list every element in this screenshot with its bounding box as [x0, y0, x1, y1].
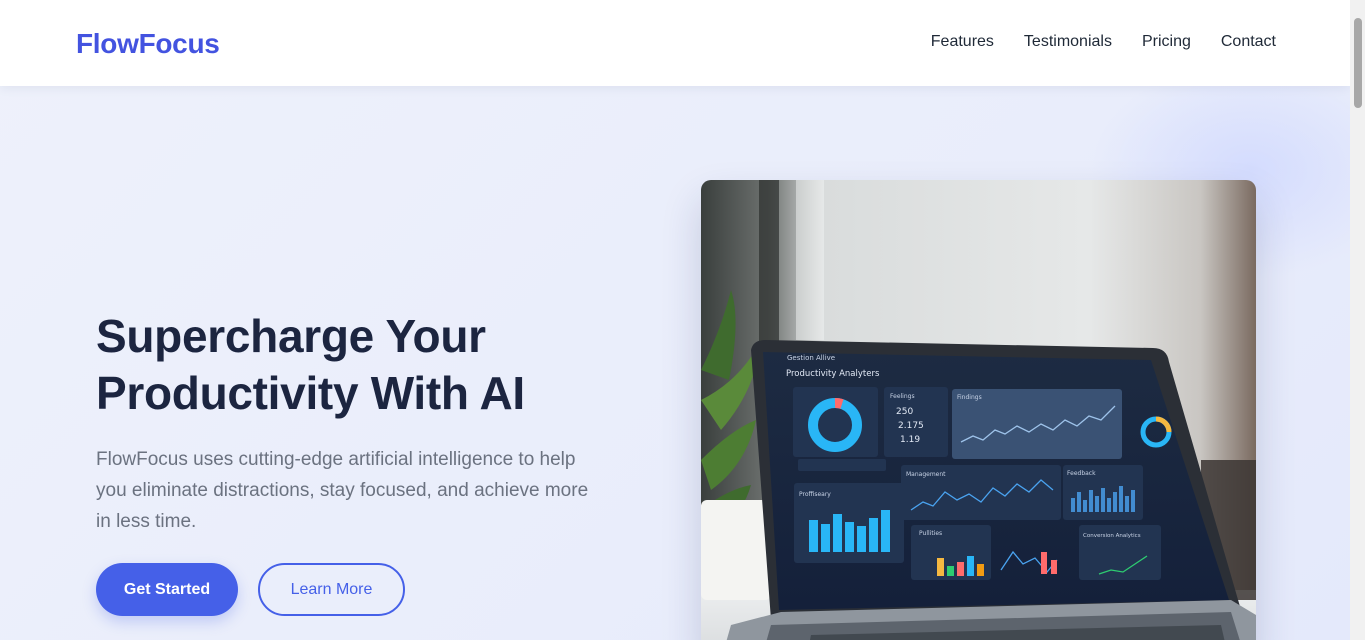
dashboard-app-name: Gestion Allive	[787, 354, 835, 362]
hero-title: Supercharge Your Productivity With AI	[96, 308, 616, 422]
scrollbar-thumb[interactable]	[1354, 18, 1362, 108]
dashboard-page-title: Productivity Analyters	[786, 369, 880, 379]
dashboard-panel-productivity: Proffiseary	[799, 491, 831, 498]
dashboard-panel-management: Management	[906, 471, 946, 478]
laptop-illustration: Gestion Allive Productivity Analyters Fe…	[701, 180, 1256, 640]
scrollbar[interactable]	[1350, 0, 1365, 640]
learn-more-button[interactable]: Learn More	[258, 563, 405, 616]
hero-title-line-1: Supercharge Your	[96, 310, 486, 362]
hero-image-laptop-dashboard: Gestion Allive Productivity Analyters Fe…	[701, 180, 1256, 640]
site-header: FlowFocus Features Testimonials Pricing …	[0, 0, 1350, 86]
nav-item-contact[interactable]: Contact	[1221, 33, 1276, 51]
get-started-button[interactable]: Get Started	[96, 563, 238, 616]
dashboard-trend-title: Findings	[957, 394, 982, 401]
dashboard-stat-3: 1.19	[900, 435, 920, 445]
dashboard-panel-feedback: Feedback	[1067, 470, 1096, 477]
cta-group: Get Started Learn More	[96, 563, 405, 616]
hero-title-line-2: Productivity With AI	[96, 367, 525, 419]
logo[interactable]: FlowFocus	[76, 28, 220, 60]
nav-item-testimonials[interactable]: Testimonials	[1024, 33, 1112, 51]
dashboard-panel-conversion: Conversion Analytics	[1083, 533, 1141, 539]
dashboard-stats-title: Feelings	[890, 393, 915, 400]
nav-item-features[interactable]: Features	[931, 33, 994, 51]
page: FlowFocus Features Testimonials Pricing …	[0, 0, 1350, 640]
hero-description: FlowFocus uses cutting-edge artificial i…	[96, 449, 589, 532]
dashboard-stat-2: 2.175	[898, 421, 924, 431]
hero-text: Supercharge Your Productivity With AI Fl…	[96, 308, 616, 537]
main-nav: Features Testimonials Pricing Contact	[931, 33, 1276, 51]
dashboard-stat-1: 250	[896, 407, 913, 417]
dashboard-panel-analytics: Pullities	[919, 530, 942, 537]
nav-item-pricing[interactable]: Pricing	[1142, 33, 1191, 51]
